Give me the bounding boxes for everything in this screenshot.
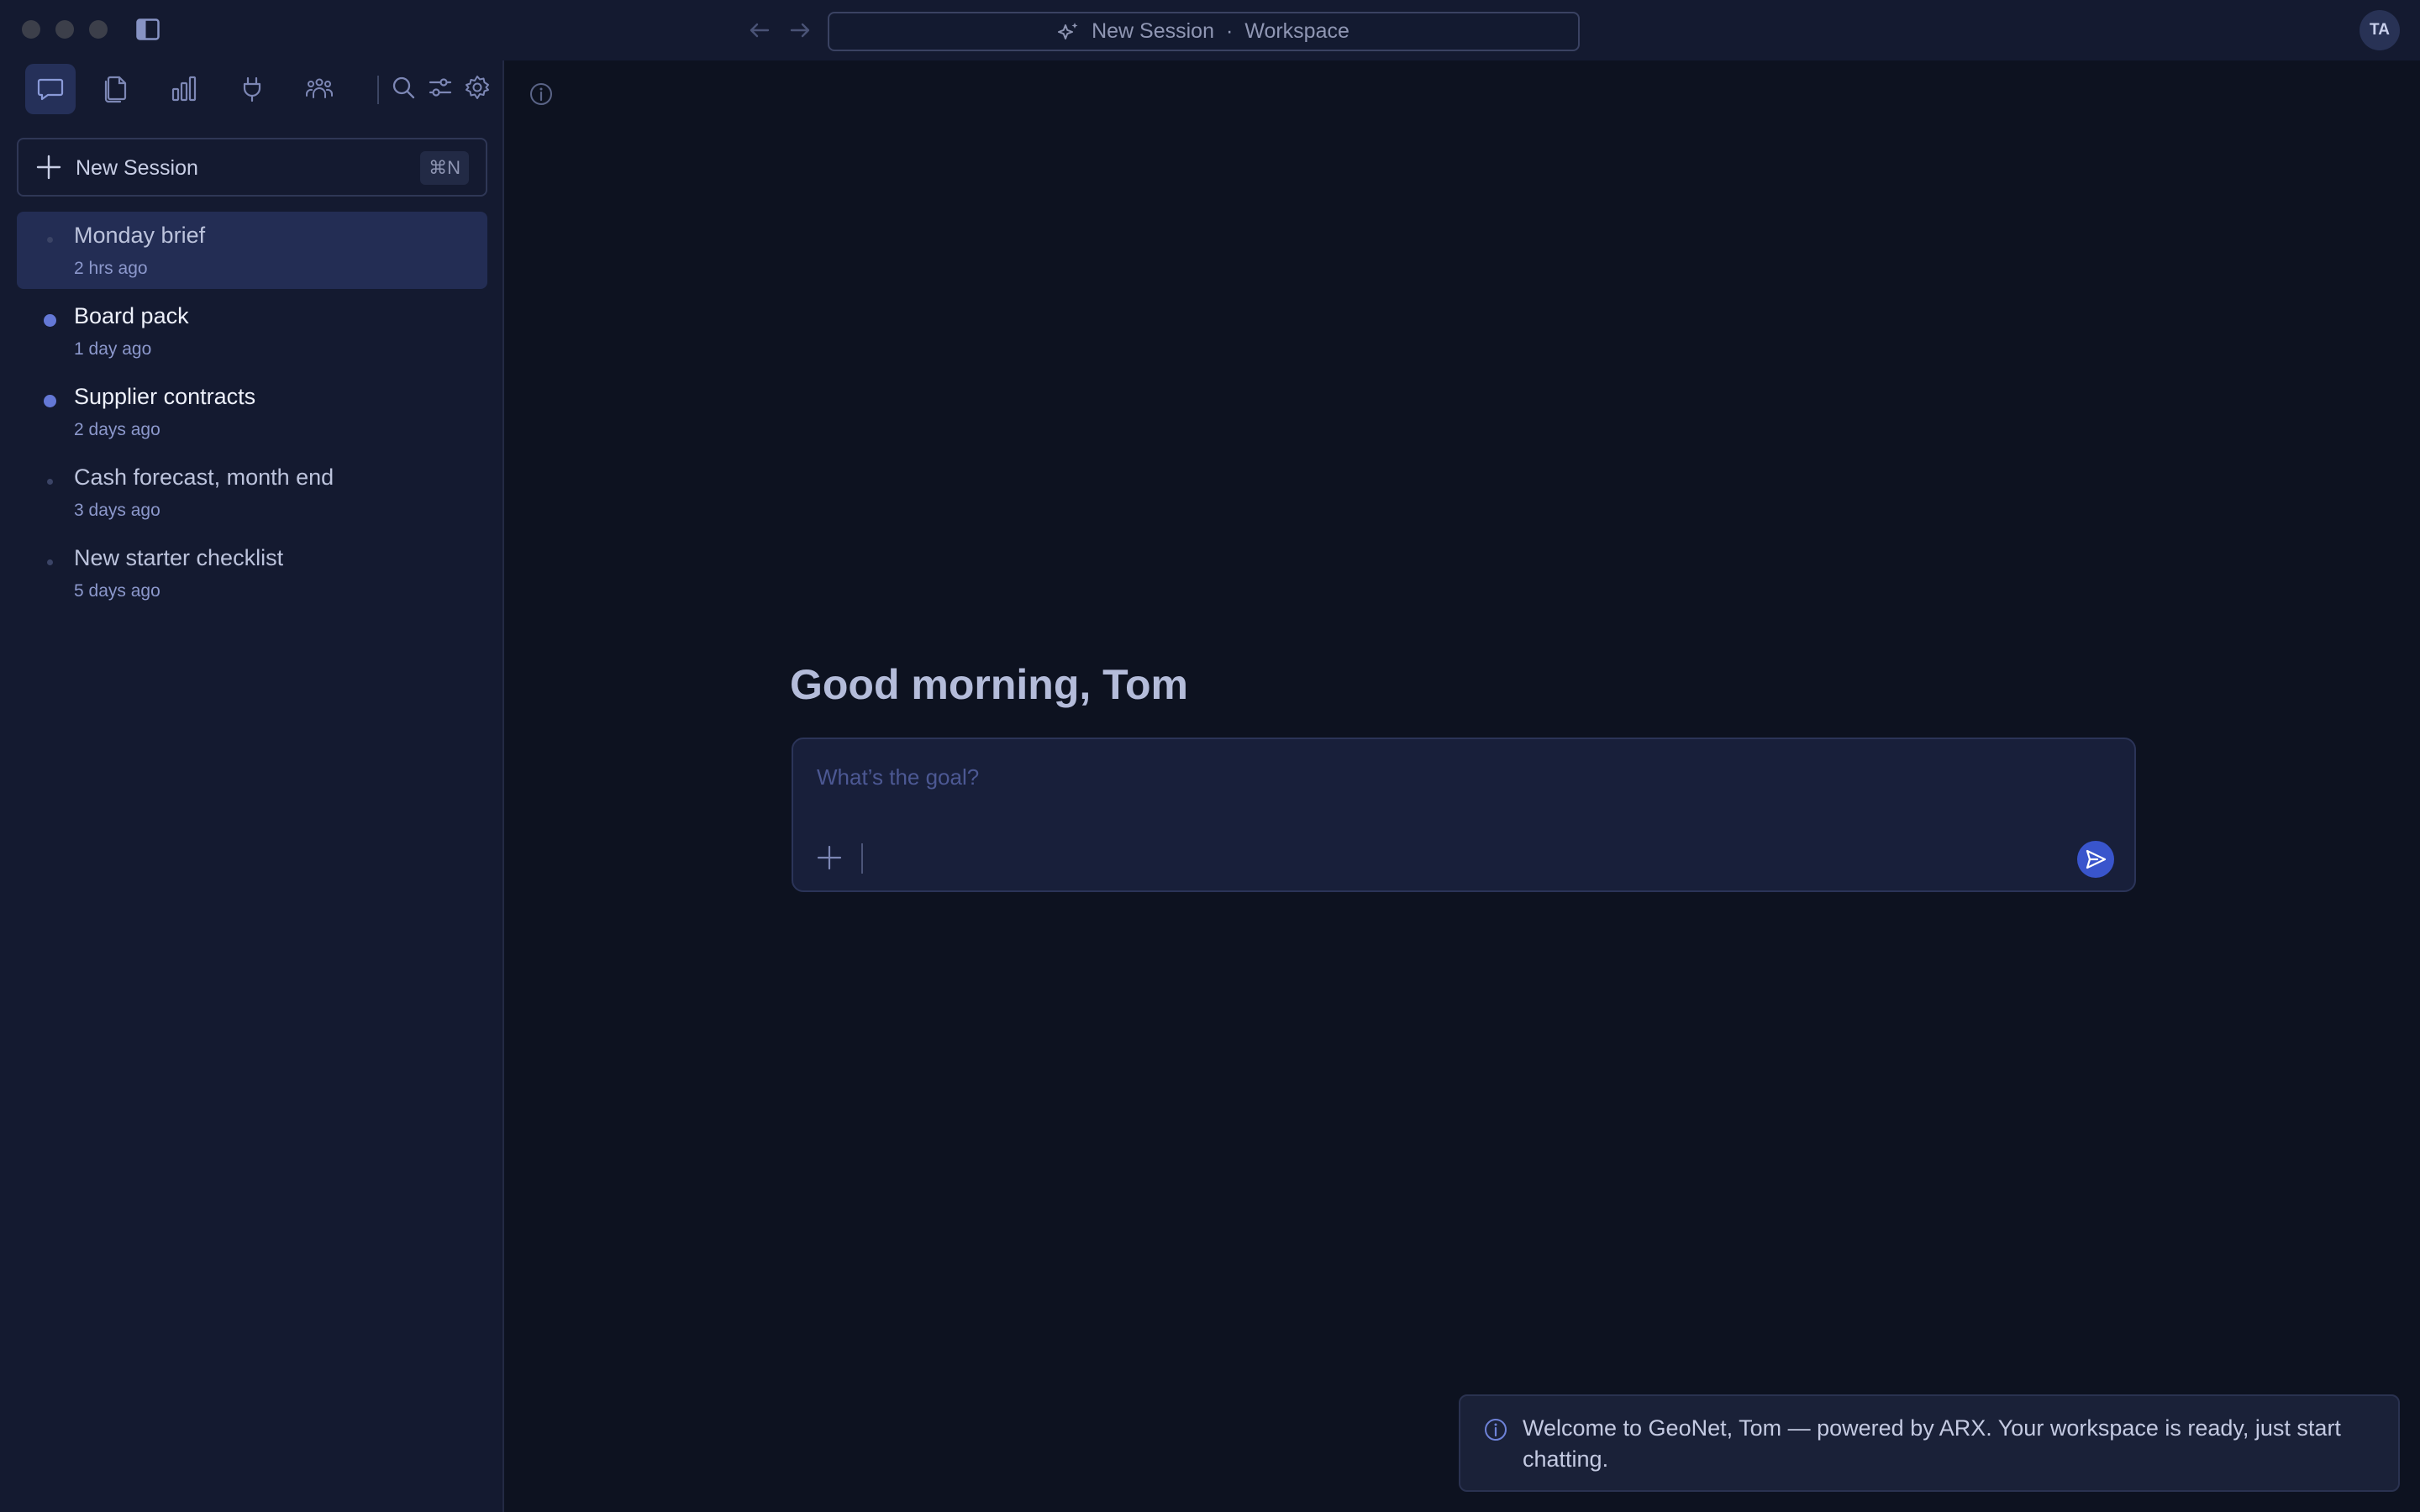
- send-icon: [2086, 849, 2107, 869]
- address-bar[interactable]: New Session · Workspace: [828, 12, 1580, 51]
- session-bullet: [47, 479, 53, 485]
- app-window: New Session · Workspace TA New Session ⌘…: [0, 0, 2420, 1512]
- message-composer[interactable]: What’s the goal?: [792, 738, 2136, 892]
- send-button[interactable]: [2077, 841, 2114, 878]
- session-title: Supplier contracts: [74, 384, 256, 409]
- session-item-monday-brief[interactable]: Monday brief 2 hrs ago: [17, 212, 487, 289]
- session-time: 5 days ago: [74, 581, 160, 601]
- session-item-cash-forecast[interactable]: Cash forecast, month end 3 days ago: [17, 454, 487, 531]
- new-session-button[interactable]: New Session ⌘N: [17, 138, 487, 197]
- session-item-supplier-contracts[interactable]: Supplier contracts 2 days ago: [17, 373, 487, 450]
- info-icon: [1482, 1416, 1509, 1443]
- minimize-window-button[interactable]: [55, 20, 74, 39]
- session-time: 2 hrs ago: [74, 259, 148, 278]
- avatar[interactable]: TA: [2360, 10, 2400, 50]
- info-icon[interactable]: [528, 81, 555, 108]
- team-icon[interactable]: [294, 64, 345, 114]
- close-window-button[interactable]: [22, 20, 40, 39]
- unread-dot: [44, 314, 56, 327]
- sliders-icon[interactable]: [427, 74, 457, 104]
- sparkle-icon: [1058, 21, 1080, 43]
- session-title: Board pack: [74, 303, 189, 328]
- session-title: Monday brief: [74, 223, 206, 248]
- main-pane: Good morning, Tom What’s the goal? Welco…: [506, 60, 2420, 1512]
- session-time: 2 days ago: [74, 420, 160, 439]
- greeting-heading: Good morning, Tom: [790, 661, 1188, 708]
- session-time: 3 days ago: [74, 501, 160, 520]
- chat-icon[interactable]: [25, 64, 76, 114]
- toolbar-divider: [377, 76, 379, 104]
- session-time: 1 day ago: [74, 339, 152, 359]
- search-icon[interactable]: [390, 74, 420, 104]
- composer-placeholder[interactable]: What’s the goal?: [817, 764, 979, 790]
- address-context: Workspace: [1244, 19, 1349, 43]
- title-bar: New Session · Workspace TA: [0, 0, 2420, 60]
- session-item-new-starter-checklist[interactable]: New starter checklist 5 days ago: [17, 534, 487, 612]
- address-title: New Session: [1092, 19, 1214, 43]
- add-attachment-icon[interactable]: [815, 843, 844, 872]
- sidebar-toggle-icon[interactable]: [136, 18, 160, 40]
- plug-icon[interactable]: [227, 64, 277, 114]
- address-separator: ·: [1225, 19, 1234, 43]
- forward-arrow-icon[interactable]: [786, 17, 813, 44]
- session-bullet: [47, 559, 53, 565]
- sidebar: New Session ⌘N Monday brief 2 hrs ago Bo…: [0, 60, 504, 1512]
- zoom-window-button[interactable]: [89, 20, 108, 39]
- welcome-toast: Welcome to GeoNet, Tom — powered by ARX.…: [1459, 1394, 2400, 1492]
- session-bullet: [47, 237, 53, 243]
- session-title: Cash forecast, month end: [74, 465, 334, 490]
- sidebar-toolbar: [0, 60, 504, 118]
- plus-icon: [35, 154, 62, 181]
- toast-message: Welcome to GeoNet, Tom — powered by ARX.…: [1523, 1415, 2341, 1472]
- unread-dot: [44, 395, 56, 407]
- session-item-board-pack[interactable]: Board pack 1 day ago: [17, 292, 487, 370]
- bar-chart-icon[interactable]: [159, 64, 209, 114]
- new-session-label: New Session: [76, 156, 198, 180]
- shortcut-badge: ⌘N: [420, 151, 469, 185]
- back-arrow-icon[interactable]: [746, 17, 773, 44]
- text-caret: [861, 843, 863, 874]
- documents-icon[interactable]: [91, 64, 141, 114]
- session-title: New starter checklist: [74, 545, 284, 570]
- gear-icon[interactable]: [464, 74, 494, 104]
